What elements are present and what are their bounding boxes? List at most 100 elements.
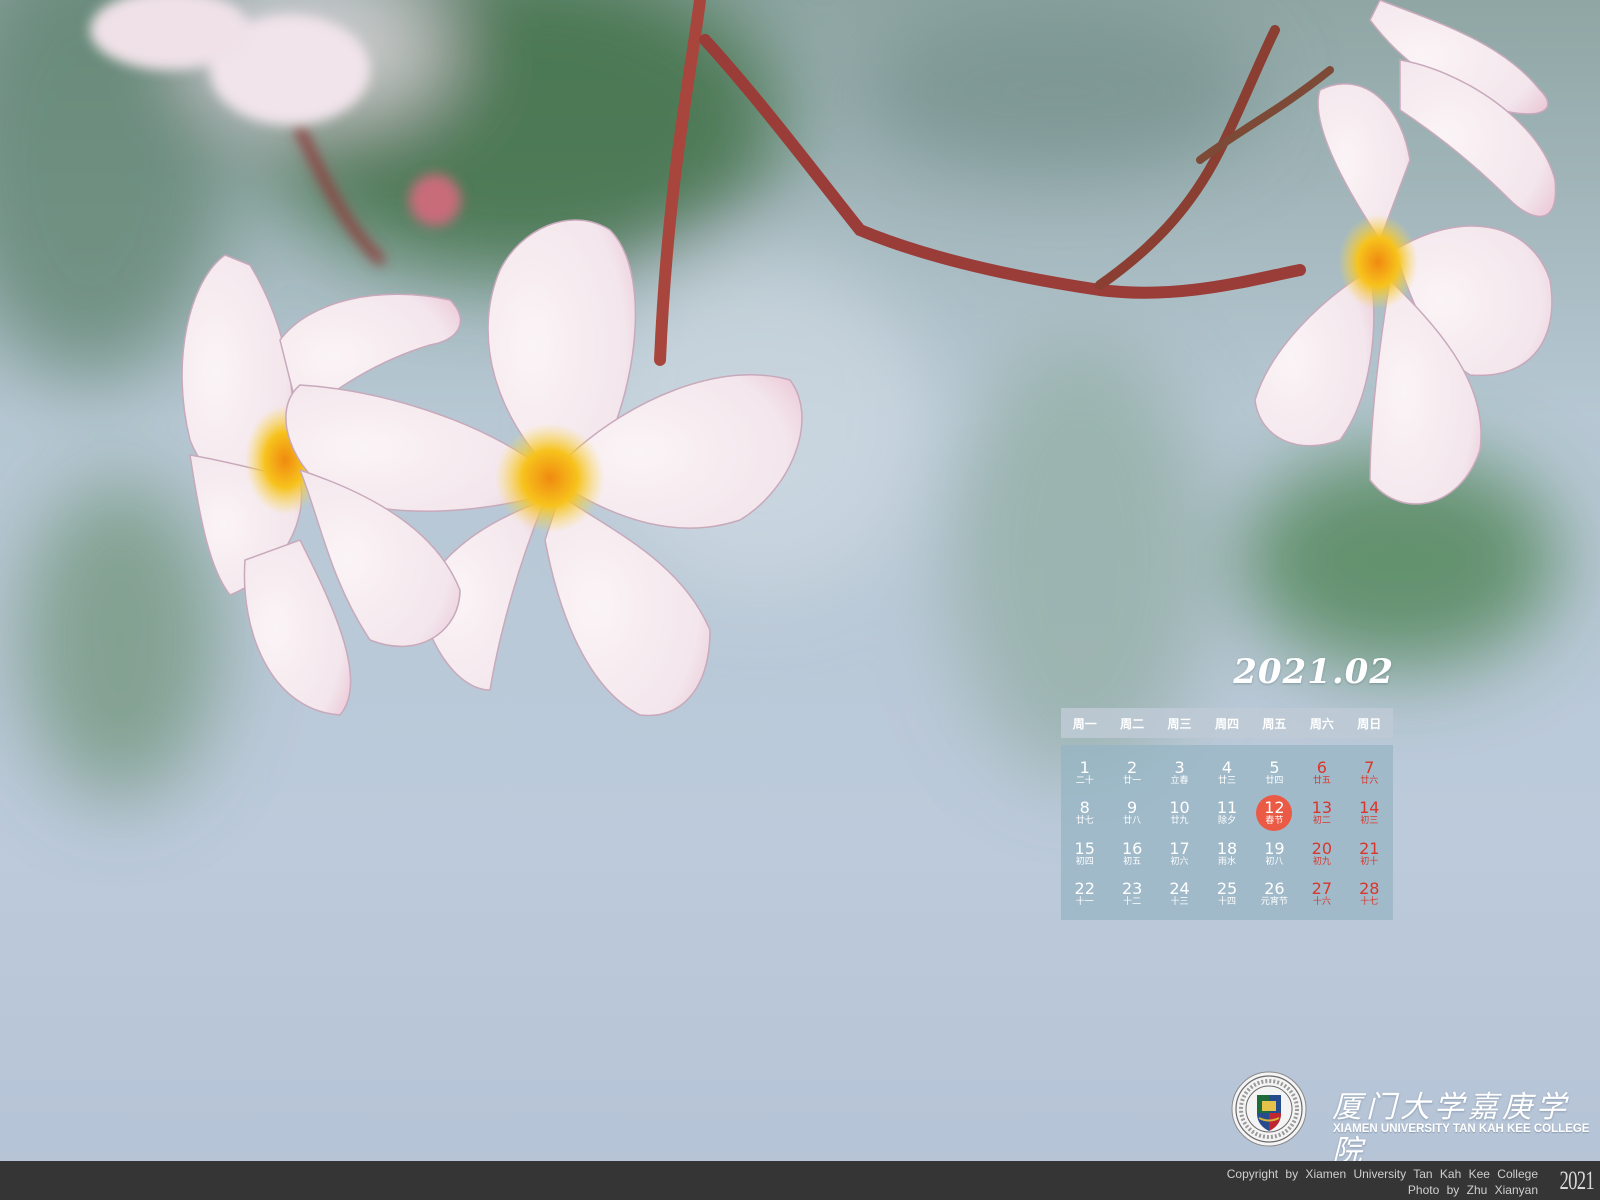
lunar-date: 初二 <box>1312 816 1331 827</box>
calendar-day: 9 廿八 <box>1108 793 1155 833</box>
photo-credit-text: Photo by Zhu Xianyan <box>1407 1183 1538 1197</box>
lunar-date: 廿六 <box>1360 776 1379 787</box>
lunar-date: 廿一 <box>1123 776 1142 787</box>
calendar-day: 13 初二 <box>1298 793 1345 833</box>
lunar-date: 十六 <box>1312 896 1331 907</box>
lunar-date: 元宵节 <box>1260 896 1288 907</box>
lunar-date: 廿八 <box>1123 816 1142 827</box>
lunar-date: 初九 <box>1312 856 1331 867</box>
background-flower-photo <box>0 0 1600 1200</box>
day-number: 10 <box>1169 798 1190 818</box>
weekday-label: 周六 <box>1309 716 1334 731</box>
lunar-date: 廿五 <box>1312 776 1331 787</box>
calendar-day: 11 除夕 <box>1203 793 1250 833</box>
calendar-day: 21 初十 <box>1346 834 1393 874</box>
day-number: 8 <box>1079 798 1090 818</box>
lunar-date: 廿七 <box>1075 816 1094 827</box>
lunar-date: 初六 <box>1170 856 1189 867</box>
college-seal-icon <box>1231 1071 1307 1147</box>
weekday-label: 周四 <box>1214 716 1239 731</box>
day-number: 24 <box>1169 878 1190 898</box>
day-number: 22 <box>1074 878 1095 898</box>
day-number: 15 <box>1074 838 1095 858</box>
day-number: 28 <box>1359 878 1380 898</box>
day-number: 5 <box>1269 758 1280 778</box>
day-number: 4 <box>1221 758 1233 778</box>
lunar-date: 初八 <box>1265 856 1284 867</box>
day-number: 9 <box>1127 798 1138 818</box>
day-number: 16 <box>1121 838 1143 858</box>
lunar-date: 初四 <box>1075 856 1094 867</box>
calendar-day: 18 雨水 <box>1203 834 1250 874</box>
weekday-label: 周五 <box>1262 716 1287 731</box>
calendar-day: 8 廿七 <box>1061 793 1108 833</box>
weekday-header: 周一 周二 周三 周四 周五 周六 周日 <box>1061 708 1393 738</box>
calendar-day: 26 元宵节 <box>1251 874 1298 914</box>
lunar-date: 十七 <box>1360 896 1379 907</box>
calendar-day: 3 立春 <box>1156 753 1203 793</box>
day-number: 26 <box>1264 878 1285 898</box>
day-number: 14 <box>1359 798 1380 818</box>
calendar-day: 25 十四 <box>1203 874 1250 914</box>
calendar-day: 1 二十 <box>1061 753 1108 793</box>
calendar-day: 5 廿四 <box>1251 753 1298 793</box>
calendar-day: 10 廿九 <box>1156 793 1203 833</box>
calendar-day: 20 初九 <box>1298 834 1345 874</box>
calendar-day: 14 初三 <box>1346 793 1393 833</box>
footer-bar: Copyright by Xiamen University Tan Kah K… <box>0 1161 1600 1200</box>
calendar-day: 16 初五 <box>1108 834 1155 874</box>
lunar-date: 春节 <box>1265 816 1284 827</box>
lunar-date: 初三 <box>1360 816 1379 827</box>
day-number: 12 <box>1264 798 1285 818</box>
day-number: 23 <box>1121 878 1143 898</box>
lunar-date: 廿四 <box>1265 776 1284 787</box>
copyright-text: Copyright by Xiamen University Tan Kah K… <box>1226 1167 1538 1181</box>
lunar-date: 二十 <box>1075 776 1094 787</box>
day-number: 13 <box>1311 798 1333 818</box>
calendar-day: 27 十六 <box>1298 874 1345 914</box>
calendar-day: 28 十七 <box>1346 874 1393 914</box>
weekday-label: 周二 <box>1120 716 1145 731</box>
calendar-day: 23 十二 <box>1108 874 1155 914</box>
calendar-day: 15 初四 <box>1061 834 1108 874</box>
calendar-day: 4 廿三 <box>1203 753 1250 793</box>
lunar-date: 廿三 <box>1217 776 1236 787</box>
lunar-date: 十二 <box>1123 896 1142 907</box>
day-number: 18 <box>1216 838 1238 858</box>
day-number: 1 <box>1079 758 1090 778</box>
lunar-date: 十一 <box>1075 896 1094 907</box>
weekday-label: 周三 <box>1167 716 1192 731</box>
lunar-date: 立春 <box>1170 776 1189 787</box>
calendar-day: 17 初六 <box>1156 834 1203 874</box>
calendar-day: 6 廿五 <box>1298 753 1345 793</box>
credits: Copyright by Xiamen University Tan Kah K… <box>1227 1166 1538 1198</box>
day-number: 2 <box>1127 758 1138 778</box>
day-number: 21 <box>1359 838 1380 858</box>
weekday-label: 周一 <box>1072 716 1097 731</box>
calendar-day: 2 廿一 <box>1108 753 1155 793</box>
lunar-date: 雨水 <box>1217 856 1236 867</box>
month-title: 2021.02 <box>1233 652 1394 692</box>
day-number: 6 <box>1316 758 1327 778</box>
calendar-day: 22 十一 <box>1061 874 1108 914</box>
calendar-grid: 1 二十 2 廿一 3 立春 4 廿三 5 廿四 6 廿五 7 廿六 8 廿七 9 廿八 10 廿九 11 除夕 12 春节 1… <box>1061 745 1393 920</box>
lunar-date: 初五 <box>1123 856 1142 867</box>
day-number: 7 <box>1364 758 1375 778</box>
day-number: 27 <box>1311 878 1333 898</box>
lunar-date: 十三 <box>1170 896 1189 907</box>
day-number: 3 <box>1174 758 1185 778</box>
day-number: 20 <box>1311 838 1333 858</box>
day-number: 19 <box>1264 838 1285 858</box>
weekday-label: 周日 <box>1357 716 1382 731</box>
calendar-day: 19 初八 <box>1251 834 1298 874</box>
day-number: 11 <box>1216 798 1238 818</box>
calendar-day: 7 廿六 <box>1346 753 1393 793</box>
footer-year: 2021 <box>1559 1166 1594 1195</box>
lunar-date: 廿九 <box>1170 816 1189 827</box>
calendar-day-today: 12 春节 <box>1251 793 1298 833</box>
lunar-date: 除夕 <box>1217 816 1236 827</box>
calendar-day: 24 十三 <box>1156 874 1203 914</box>
college-english-name: XIAMEN UNIVERSITY TAN KAH KEE COLLEGE <box>1333 1123 1590 1135</box>
lunar-date: 初十 <box>1360 856 1379 867</box>
day-number: 25 <box>1216 878 1238 898</box>
